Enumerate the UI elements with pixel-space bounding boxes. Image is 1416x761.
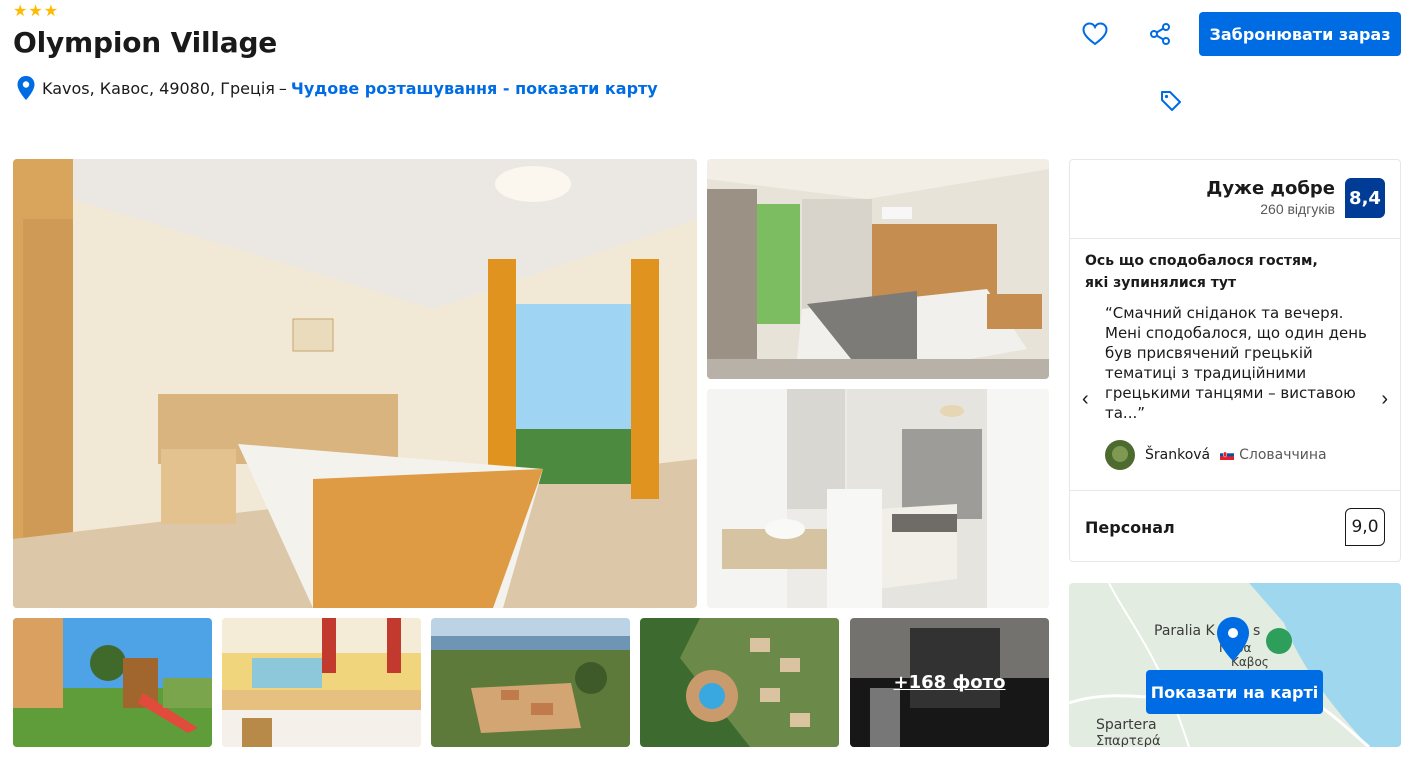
more-photos-label[interactable]: +168 фото: [850, 618, 1049, 747]
star-rating: ★ ★ ★: [13, 4, 58, 20]
share-icon: [1150, 23, 1170, 45]
room-photo: [707, 389, 1049, 608]
book-now-button[interactable]: Забронювати зараз: [1199, 12, 1401, 56]
review-summary: Дуже добре 260 відгуків: [1206, 178, 1335, 217]
aerial-photo: [640, 618, 839, 747]
room-photo: [13, 159, 697, 608]
bar-photo: [222, 618, 421, 747]
map-place-label: s: [1253, 623, 1261, 639]
photo-main-room[interactable]: [13, 159, 697, 608]
room-photo: [707, 159, 1049, 379]
review-score-badge: 8,4: [1345, 178, 1385, 218]
photo-playground[interactable]: [13, 618, 212, 747]
hotel-name: Olympion Village: [13, 26, 278, 59]
aerial-photo: [431, 618, 630, 747]
star-icon: ★: [13, 3, 28, 20]
review-count: 260 відгуків: [1260, 201, 1335, 217]
tag-icon: [1161, 91, 1181, 111]
photo-bar[interactable]: [222, 618, 421, 747]
show-map-link[interactable]: Чудове розташування - показати карту: [291, 79, 658, 98]
chevron-right-icon[interactable]: ›: [1381, 388, 1388, 411]
review-score-card: Дуже добре 260 відгуків 8,4 Ось що сподо…: [1069, 159, 1401, 562]
photo-aerial-village[interactable]: [431, 618, 630, 747]
reviewer-name: Šranková: [1145, 447, 1211, 463]
share-button[interactable]: [1142, 16, 1178, 52]
show-on-map-button[interactable]: Показати на карті: [1146, 670, 1323, 714]
reviewer-info: Šranková Словаччина: [1105, 440, 1327, 470]
review-quote: “Смачний сніданок та вечеря. Мені сподоб…: [1105, 304, 1367, 422]
playground-photo: [13, 618, 212, 747]
staff-rating[interactable]: Персонал 9,0: [1085, 508, 1385, 546]
rating-word: Дуже добре: [1206, 178, 1335, 199]
divider: [1070, 490, 1400, 491]
photo-twin-room[interactable]: [707, 159, 1049, 379]
star-icon: ★: [43, 3, 59, 20]
map-place-label: Spartera: [1096, 717, 1157, 733]
star-icon: ★: [28, 3, 43, 20]
reviewer-country: Словаччина: [1239, 447, 1327, 463]
address-dash: –: [278, 78, 287, 98]
address-text: Kavos, Кавос, 49080, Греція: [42, 78, 275, 98]
photo-aerial-pool[interactable]: [640, 618, 839, 747]
slovakia-flag-icon: [1220, 450, 1235, 460]
map-preview[interactable]: Paralia K s Παρα Καβος Spartera Σπαρτερά…: [1069, 583, 1401, 747]
photo-bathroom-room[interactable]: [707, 389, 1049, 608]
hotel-address: Kavos, Кавос, 49080, Греція – Чудове роз…: [16, 76, 658, 100]
avatar: [1105, 440, 1135, 470]
liked-heading: Ось що сподобалося гостям, які зупинялис…: [1085, 253, 1318, 291]
map-place-label: Σπαρτερά: [1096, 734, 1161, 747]
price-match-button[interactable]: [1153, 83, 1189, 119]
photo-kettle[interactable]: +168 фото: [850, 618, 1049, 747]
heart-icon: [1082, 22, 1108, 46]
divider: [1070, 238, 1400, 239]
chevron-left-icon[interactable]: ‹: [1082, 388, 1089, 411]
review-header[interactable]: Дуже добре 260 відгуків 8,4: [1206, 178, 1385, 218]
staff-label: Персонал: [1085, 517, 1175, 537]
map-place-label: Paralia K: [1154, 623, 1215, 639]
favorite-button[interactable]: [1077, 16, 1113, 52]
map-marker-icon: [1217, 617, 1249, 661]
staff-score: 9,0: [1345, 508, 1385, 546]
location-pin-icon: [17, 76, 35, 100]
